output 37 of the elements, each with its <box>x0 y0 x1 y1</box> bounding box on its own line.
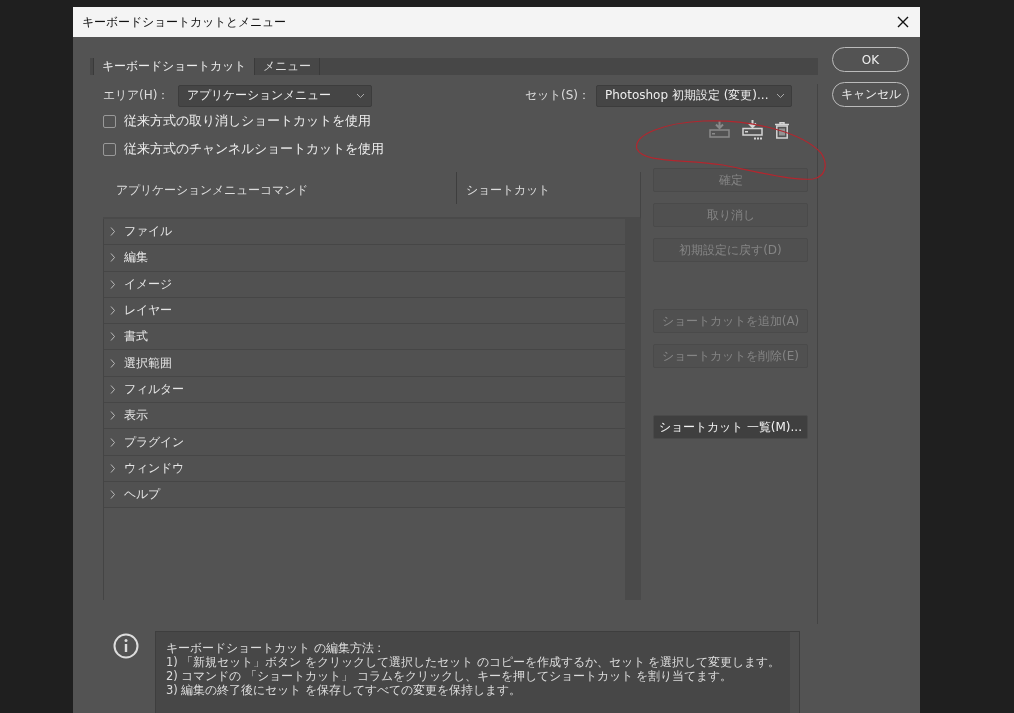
checkbox[interactable]: 従来方式のチャンネルショートカットを使用 <box>103 135 384 163</box>
chevron-right-icon[interactable] <box>110 437 116 447</box>
info-icon <box>113 633 139 659</box>
chevron-right-icon[interactable] <box>110 411 116 421</box>
area-dropdown[interactable]: アプリケーションメニュー <box>178 84 373 107</box>
area-label: エリア(H)： <box>103 87 170 104</box>
help-title: キーボードショートカット の編集方法 : <box>166 641 383 655</box>
chevron-right-icon[interactable] <box>110 253 116 263</box>
chevron-right-icon[interactable] <box>110 332 116 342</box>
column-header: アプリケーションメニューコマンド <box>103 172 457 204</box>
chevron-right-icon[interactable] <box>110 384 116 394</box>
help-step: 3) 編集の終了後にセット を保存してすべての変更を保持します。 <box>166 683 781 697</box>
chevron-down-icon <box>356 92 366 99</box>
chevron-down-icon <box>776 92 785 99</box>
help-step: 2) コマンドの 「ショートカット」 コラムをクリックし、キーを押してショートカット を割り当てます。 <box>166 669 781 683</box>
column-header: ショートカット <box>465 182 550 199</box>
chevron-right-icon[interactable] <box>110 463 116 473</box>
help-step: 1) 「新規セット」ボタン をクリックして選択したセット のコピーを作成するか、セット を選択して変更します。 <box>166 655 781 669</box>
window-title: キーボードショートカットとメニュー <box>82 13 286 31</box>
checkbox-box[interactable] <box>103 114 116 128</box>
tab[interactable]: メニュー <box>255 58 320 75</box>
set-dropdown[interactable]: Photoshop 初期設定 (変更)... <box>596 84 792 107</box>
checkbox[interactable]: 従来方式の取り消しショートカットを使用 <box>103 107 384 135</box>
tray-download-dots-icon[interactable] <box>742 120 763 140</box>
set-label: セット(S)： <box>525 87 590 104</box>
close-icon[interactable] <box>897 16 909 28</box>
chevron-right-icon[interactable] <box>110 490 116 500</box>
chevron-right-icon[interactable] <box>110 279 116 289</box>
checkbox-box[interactable] <box>103 142 116 156</box>
tab[interactable]: キーボードショートカット <box>93 58 255 75</box>
trash-icon[interactable] <box>775 121 789 139</box>
chevron-right-icon[interactable] <box>110 306 116 316</box>
dialog-button[interactable]: OK <box>832 47 909 72</box>
side-button[interactable]: ショートカット 一覧(M)... <box>653 415 808 439</box>
dialog-button[interactable]: キャンセル <box>832 82 909 107</box>
chevron-right-icon[interactable] <box>110 227 116 237</box>
chevron-right-icon[interactable] <box>110 358 116 368</box>
